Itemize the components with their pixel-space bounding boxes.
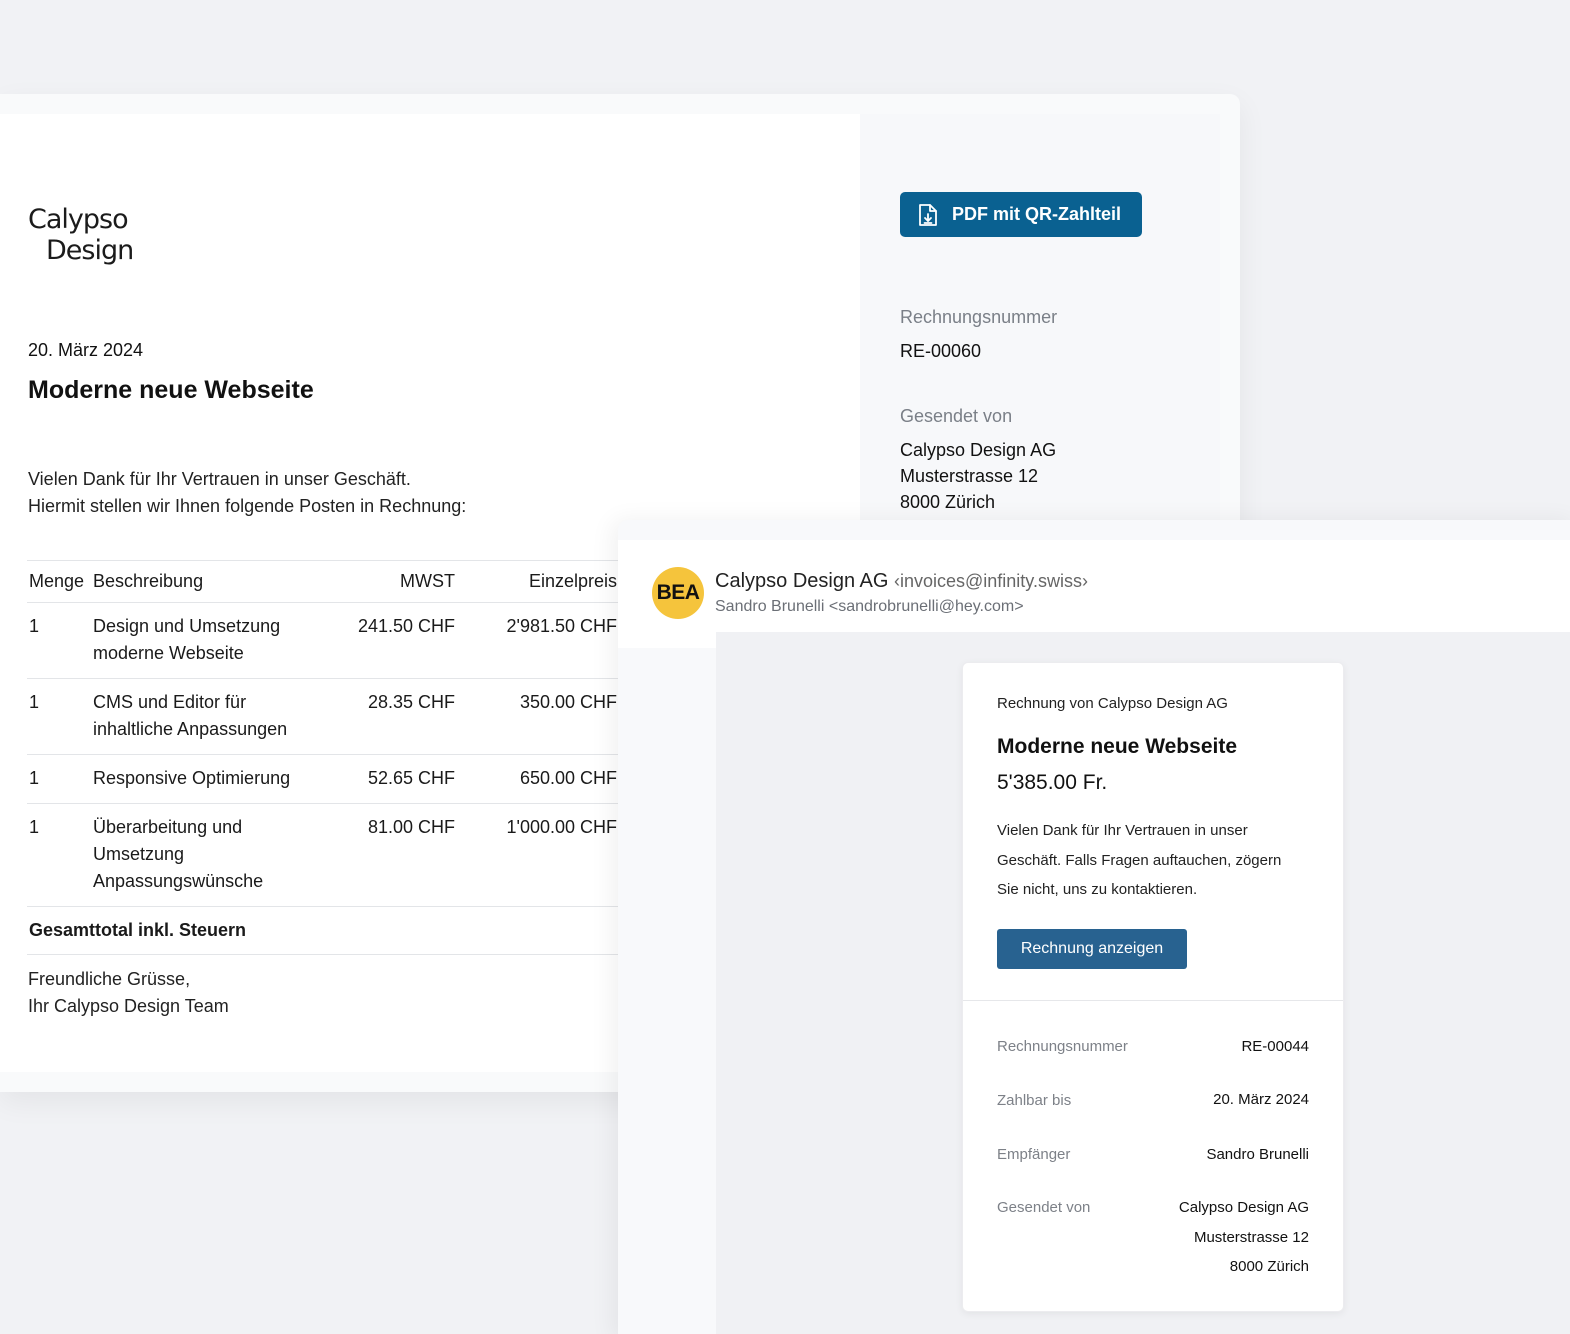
sender-line-2: Musterstrasse 12: [900, 466, 1039, 486]
email-card-text: Vielen Dank für Ihr Vertrauen in unser G…: [997, 822, 1282, 898]
row-vat: 81.00 CHF: [317, 803, 457, 907]
email-sender: Calypso Design AG ‹invoices@infinity.swi…: [715, 570, 1088, 593]
total-row: Gesamttotal inkl. Steuern: [27, 906, 619, 955]
email-card-from: Rechnung von Calypso Design AG: [997, 695, 1228, 712]
invoice-number-label: Rechnungsnummer: [900, 307, 1058, 327]
stage: Calypso Design 20. März 2024 Moderne neu…: [0, 0, 1570, 1334]
column-header-qty: Menge: [27, 560, 91, 603]
row-desc: CMS und Editor für inhaltliche Anpassung…: [91, 678, 317, 755]
row-price: 650.00 CHF: [457, 754, 619, 804]
row-vat: 52.65 CHF: [317, 754, 457, 804]
detail-sender-value: Calypso Design AG Musterstrasse 12 8000 …: [1179, 1193, 1309, 1282]
sender-line-3: 8000 Zürich: [900, 492, 996, 512]
row-vat: 28.35 CHF: [317, 678, 457, 755]
detail-number-value: RE-00044: [1241, 1038, 1309, 1055]
table-header-row: Menge Beschreibung MWST Einzelpreis: [27, 560, 619, 603]
email-card-title: Moderne neue Webseite: [997, 735, 1238, 758]
logo-line-1: Calypso: [28, 204, 129, 235]
row-desc: Überarbeitung und Umsetzung Anpassungswü…: [91, 803, 317, 907]
invoice-date: 20. März 2024: [28, 340, 144, 360]
detail-sender-line-1: Calypso Design AG: [1178, 1199, 1309, 1216]
invoice-title: Moderne neue Webseite: [28, 376, 314, 404]
pdf-button-label: PDF mit QR-Zahlteil: [952, 204, 1122, 224]
row-desc: Design und Umsetzung moderne Webseite: [91, 602, 317, 679]
sender-line-1: Calypso Design AG: [900, 440, 1057, 460]
company-logo: Calypso Design: [28, 204, 134, 266]
logo-line-2: Design: [46, 235, 134, 266]
total-label: Gesamttotal inkl. Steuern: [27, 906, 619, 955]
closing-line-2: Ihr Calypso Design Team: [28, 996, 229, 1016]
view-invoice-button[interactable]: Rechnung anzeigen: [997, 929, 1187, 969]
row-qty: 1: [27, 678, 91, 755]
table-row: 1 CMS und Editor für inhaltliche Anpassu…: [27, 678, 619, 755]
table-row: 1 Überarbeitung und Umsetzung Anpassungs…: [27, 803, 619, 907]
table-row: 1 Design und Umsetzung moderne Webseite …: [27, 602, 619, 679]
invoice-intro: Vielen Dank für Ihr Vertrauen in unser G…: [28, 466, 466, 520]
divider: [963, 1000, 1343, 1001]
pdf-download-button[interactable]: PDF mit QR-Zahlteil: [900, 192, 1142, 237]
email-recipient: Sandro Brunelli <sandrobrunelli@hey.com>: [715, 598, 1024, 615]
email-sender-address: ‹invoices@infinity.swiss›: [893, 571, 1088, 591]
detail-sender-line-3: 8000 Zürich: [1229, 1258, 1309, 1275]
column-header-price: Einzelpreis: [457, 560, 619, 603]
detail-recipient-label: Empfänger: [997, 1146, 1071, 1163]
row-price: 350.00 CHF: [457, 678, 619, 755]
detail-recipient-value: Sandro Brunelli: [1206, 1146, 1309, 1163]
row-qty: 1: [27, 754, 91, 804]
row-qty: 1: [27, 602, 91, 679]
detail-sender-label: Gesendet von: [997, 1199, 1091, 1216]
sender-label: Gesendet von: [900, 406, 1013, 426]
detail-sender-line-2: Musterstrasse 12: [1193, 1228, 1309, 1246]
invoice-sidebar: PDF mit QR-Zahlteil Rechnungsnummer RE-0…: [860, 114, 1220, 544]
detail-due-value: 20. März 2024: [1213, 1091, 1309, 1108]
email-sender-name: Calypso Design AG: [715, 570, 889, 592]
detail-number-label: Rechnungsnummer: [997, 1038, 1128, 1055]
intro-line-1: Vielen Dank für Ihr Vertrauen in unser G…: [28, 469, 411, 489]
table-row: 1 Responsive Optimierung 52.65 CHF 650.0…: [27, 754, 619, 804]
column-header-vat: MWST: [317, 560, 457, 603]
invoice-closing: Freundliche Grüsse, Ihr Calypso Design T…: [28, 966, 229, 1020]
closing-line-1: Freundliche Grüsse,: [28, 969, 191, 989]
file-download-icon: [919, 203, 937, 226]
row-price: 2'981.50 CHF: [457, 602, 619, 679]
column-header-desc: Beschreibung: [91, 560, 317, 603]
sender-address: Calypso Design AG Musterstrasse 12 8000 …: [900, 437, 1056, 515]
avatar: BEA: [652, 567, 704, 619]
row-price: 1'000.00 CHF: [457, 803, 619, 907]
invoice-items-table: Menge Beschreibung MWST Einzelpreis 1 De…: [27, 560, 619, 955]
detail-due-label: Zahlbar bis: [997, 1092, 1072, 1109]
email-card-amount: 5'385.00 Fr.: [997, 771, 1108, 794]
row-desc: Responsive Optimierung: [91, 754, 317, 804]
row-vat: 241.50 CHF: [317, 602, 457, 679]
intro-line-2: Hiermit stellen wir Ihnen folgende Poste…: [28, 496, 467, 516]
email-invoice-card: Rechnung von Calypso Design AG Moderne n…: [962, 662, 1344, 1312]
invoice-number-value: RE-00060: [900, 341, 982, 361]
row-qty: 1: [27, 803, 91, 907]
